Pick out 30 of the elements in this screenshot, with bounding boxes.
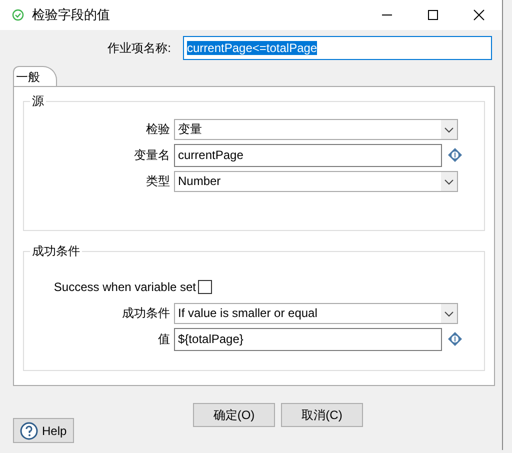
field-label: 类型 (145, 172, 171, 190)
maximize-icon (427, 9, 439, 21)
variable-icon[interactable] (448, 148, 462, 162)
dropdown[interactable]: If value is smaller or equal (174, 302, 458, 324)
dialog-button[interactable]: 确定(O) (193, 403, 275, 427)
checkbox[interactable] (198, 280, 212, 294)
help-icon (20, 422, 38, 440)
group-title: 成功条件 (31, 243, 81, 260)
job-name-field[interactable]: currentPage<=totalPage (183, 36, 492, 60)
close-icon (473, 9, 485, 21)
window-title: 检验字段的值 (32, 6, 111, 24)
group-title: 源 (31, 93, 45, 110)
input-field[interactable]: ${totalPage} (174, 328, 442, 350)
field-label: 值 (157, 330, 171, 348)
variable-icon[interactable] (448, 332, 462, 346)
job-name-label: 作业项名称: (106, 40, 172, 56)
field-label: 检验 (145, 120, 171, 138)
checkbox-label: Success when variable set (52, 280, 197, 294)
caret-icon (441, 172, 457, 190)
help-button[interactable]: Help (13, 418, 74, 443)
dialog-button[interactable]: 取消(C) (281, 403, 363, 427)
dropdown[interactable]: Number (174, 170, 458, 192)
caret-icon (441, 304, 457, 322)
check-circle-icon (12, 9, 24, 21)
input-field[interactable]: currentPage (174, 144, 442, 166)
field-label: 变量名 (133, 146, 171, 164)
caret-icon (441, 120, 457, 138)
dropdown[interactable]: 变量 (174, 118, 458, 140)
field-label: 成功条件 (121, 304, 171, 322)
tab[interactable]: 一般 (13, 66, 57, 86)
